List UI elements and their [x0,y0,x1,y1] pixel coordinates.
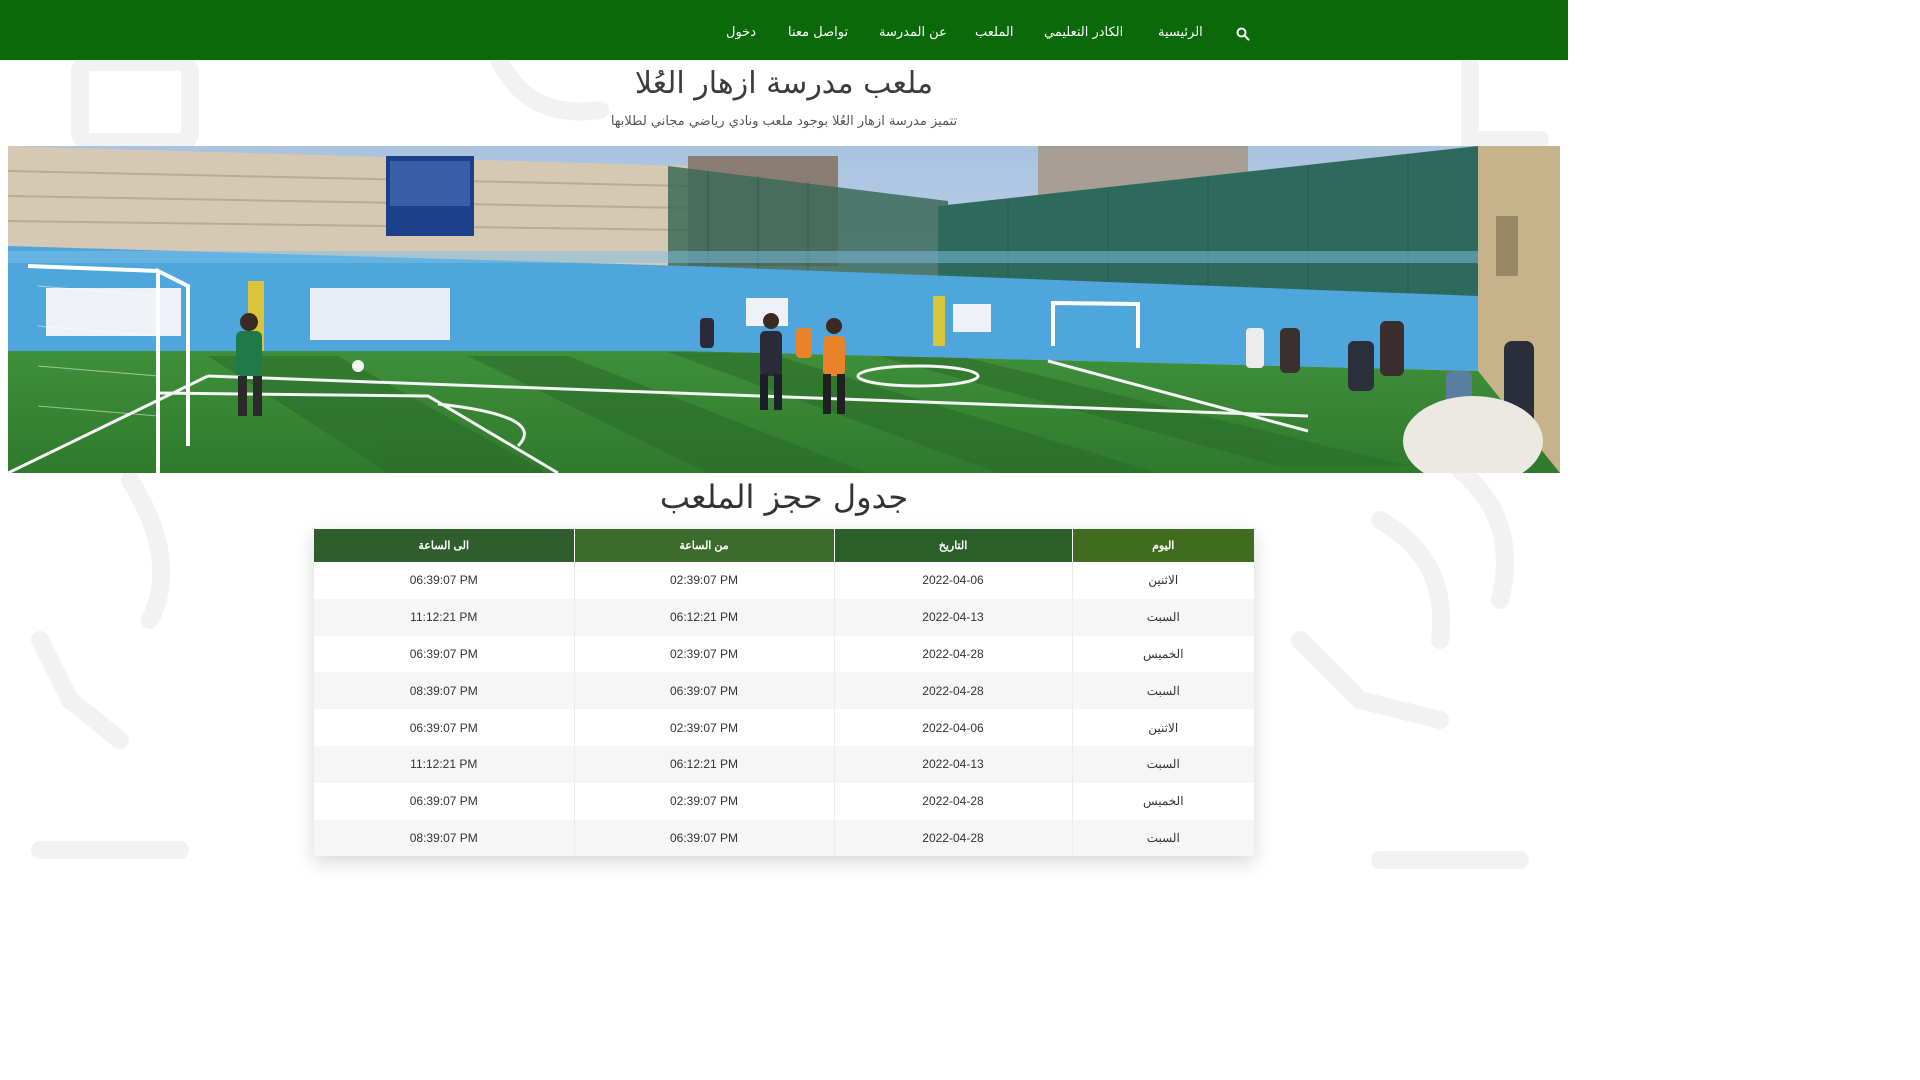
cell-to-time: 06:39:07 PM [314,562,574,599]
cell-from-time: 02:39:07 PM [573,782,834,820]
table-row: 08:39:07 PM 06:39:07 PM 2022-04-28 السبت [314,672,1254,710]
schedule-title: جدول حجز الملعب [659,478,909,516]
cell-day: الخميس [1071,635,1254,673]
booking-table: الى الساعة من الساعة التاريخ اليوم 06:39… [314,529,1254,857]
cell-day: الاثنين [1071,562,1254,599]
table-row: 06:39:07 PM 02:39:07 PM 2022-04-06 الاثن… [314,709,1254,746]
cell-day: السبت [1071,672,1254,710]
cell-date: 2022-04-06 [833,709,1072,746]
cell-from-time: 02:39:07 PM [573,709,834,746]
nav-item-login[interactable]: دخول [726,0,756,60]
cell-from-time: 02:39:07 PM [573,562,834,599]
cell-date: 2022-04-28 [833,782,1072,820]
page: الرئيسية الكادر التعليمي الملعب عن المدر… [0,0,1568,882]
cell-to-time: 08:39:07 PM [314,672,574,710]
table-row: 06:39:07 PM 02:39:07 PM 2022-04-06 الاثن… [314,562,1254,599]
table-row: 06:39:07 PM 02:39:07 PM 2022-04-28 الخمي… [314,635,1254,673]
cell-to-time: 06:39:07 PM [314,782,574,820]
column-header-day[interactable]: اليوم [1071,529,1254,562]
table-header-row: الى الساعة من الساعة التاريخ اليوم [314,529,1254,562]
booking-table-container: الى الساعة من الساعة التاريخ اليوم 06:39… [314,529,1254,857]
cell-day: الاثنين [1071,709,1254,746]
cell-date: 2022-04-06 [833,562,1072,599]
nav-item-field[interactable]: الملعب [975,0,1013,60]
table-row: 11:12:21 PM 06:12:21 PM 2022-04-13 السبت [314,745,1254,783]
cell-from-time: 06:39:07 PM [573,672,834,710]
column-header-from-time[interactable]: من الساعة [573,529,834,562]
nav-item-about[interactable]: عن المدرسة [879,0,947,60]
search-icon [1236,27,1250,41]
cell-from-time: 06:39:07 PM [573,819,834,857]
cell-to-time: 06:39:07 PM [314,635,574,673]
page-subtitle: تتميز مدرسة ازهار العُلا بوجود ملعب وناد… [610,114,958,129]
cell-date: 2022-04-28 [833,672,1072,710]
nav-item-contact[interactable]: تواصل معنا [788,0,848,60]
cell-to-time: 11:12:21 PM [314,598,574,636]
page-title: ملعب مدرسة ازهار العُلا [634,66,934,101]
cell-day: السبت [1071,745,1254,783]
cell-to-time: 11:12:21 PM [314,745,574,783]
field-banner-image [8,146,1560,473]
cell-day: الخميس [1071,782,1254,820]
table-row: 06:39:07 PM 02:39:07 PM 2022-04-28 الخمي… [314,782,1254,820]
cell-from-time: 02:39:07 PM [573,635,834,673]
cell-date: 2022-04-28 [833,819,1072,857]
cell-date: 2022-04-13 [833,598,1072,636]
column-header-to-time[interactable]: الى الساعة [314,529,574,562]
cell-date: 2022-04-28 [833,635,1072,673]
cell-to-time: 06:39:07 PM [314,709,574,746]
cell-to-time: 08:39:07 PM [314,819,574,857]
navbar: الرئيسية الكادر التعليمي الملعب عن المدر… [0,0,1568,60]
cell-date: 2022-04-13 [833,745,1072,783]
cell-day: السبت [1071,819,1254,857]
cell-from-time: 06:12:21 PM [573,598,834,636]
nav-item-home[interactable]: الرئيسية [1158,0,1203,60]
table-row: 08:39:07 PM 06:39:07 PM 2022-04-28 السبت [314,819,1254,857]
column-header-date[interactable]: التاريخ [833,529,1072,562]
table-row: 11:12:21 PM 06:12:21 PM 2022-04-13 السبت [314,598,1254,636]
cell-day: السبت [1071,598,1254,636]
search-button[interactable] [1236,26,1250,41]
cell-from-time: 06:12:21 PM [573,745,834,783]
nav-item-staff[interactable]: الكادر التعليمي [1044,0,1123,60]
